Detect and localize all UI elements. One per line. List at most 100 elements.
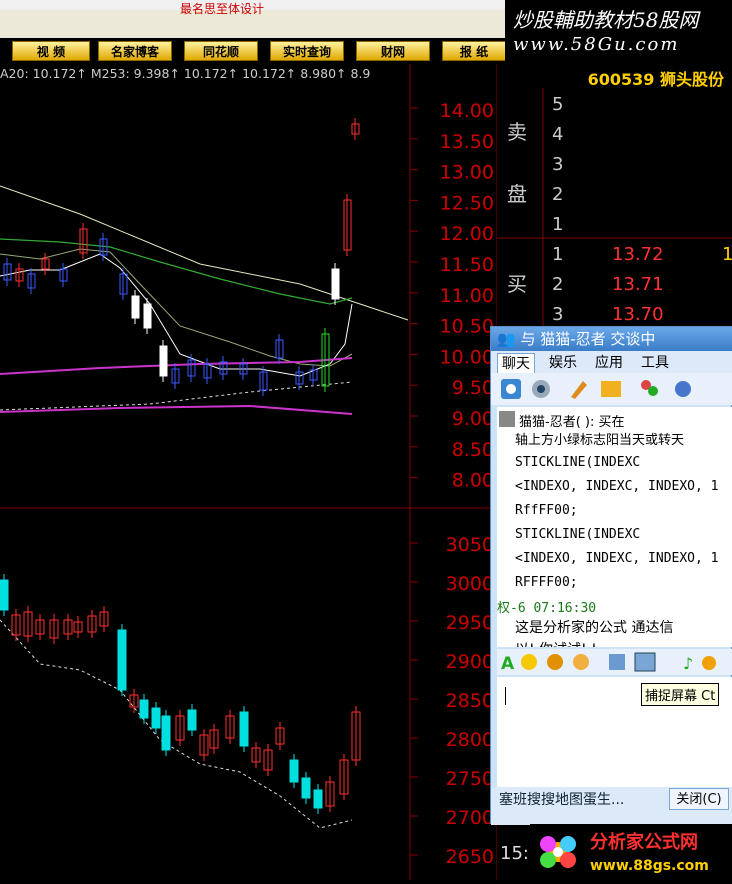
chat-title: 与 猫猫-忍者 交谈中 xyxy=(520,330,656,348)
price-chart[interactable]: 14.00 13.50 13.00 12.50 12.00 11.50 11.00 10.50… xyxy=(0,64,497,880)
toolbar: 视 频 名家博客 同花顺 实时查询 财网 报 纸 xyxy=(0,38,506,64)
webcam-icon[interactable] xyxy=(532,380,550,398)
price-axis-label: 10.00 xyxy=(440,346,494,368)
index-axis-label: 2900 xyxy=(446,651,494,673)
message-line: STICKLINE(INDEXC xyxy=(515,527,641,542)
sell-label-2: 盘 xyxy=(507,182,527,206)
tab-entertainment[interactable]: 娱乐 xyxy=(545,353,581,373)
stock-code-name: 600539 狮头股份 xyxy=(587,70,724,89)
font-style-icon[interactable]: A xyxy=(501,654,515,674)
price-axis-label: 14.00 xyxy=(440,100,494,122)
newspaper-button[interactable]: 报 纸 xyxy=(442,41,506,61)
clock-fragment: 15: xyxy=(500,843,529,864)
message-line: <INDEXO, INDEXC, INDEXO, 1 xyxy=(515,479,719,494)
index-candle-body xyxy=(151,707,161,729)
message-line: <INDEXO, INDEXC, INDEXO, 1 xyxy=(515,551,719,566)
sell-level-3: 3 xyxy=(552,154,563,175)
price-axis-label: 12.50 xyxy=(440,192,494,214)
price-axis-label: 9.50 xyxy=(452,377,494,399)
index-candle-body xyxy=(139,699,149,719)
buy-price-2: 13.71 xyxy=(612,274,664,295)
candle-body xyxy=(143,303,152,329)
message-line: 轴上方小绿标志阳当天或转天 xyxy=(515,433,685,448)
index-candle-body xyxy=(161,715,171,751)
sell-level-5: 5 xyxy=(552,94,563,115)
sell-level-1: 1 xyxy=(552,214,563,235)
message-header: 猫猫-忍者( ): 买在 xyxy=(519,415,625,430)
buy-label: 买 xyxy=(507,272,527,296)
stock-header: 600539 狮头股份 xyxy=(497,64,732,89)
tonghuashun-button[interactable]: 同花顺 xyxy=(184,41,258,61)
chat-history[interactable]: 猫猫-忍者( ): 买在 轴上方小绿标志阳当天或转天 STICKLINE(IND… xyxy=(497,407,732,647)
price-axis-label: 13.50 xyxy=(440,131,494,153)
index-candle-body xyxy=(0,579,9,611)
more-apps-icon[interactable] xyxy=(675,381,691,397)
index-axis-label: 3000 xyxy=(446,573,494,595)
chat-title-bar[interactable]: 👥 与 猫猫-忍者 交谈中 xyxy=(491,327,732,351)
buy-vol-1: 1 xyxy=(722,244,732,265)
sender-avatar-icon xyxy=(499,411,515,427)
ad-link[interactable]: 塞班搜搜地图蛋生... xyxy=(499,789,624,809)
magic-emoji-icon[interactable] xyxy=(547,654,563,670)
index-candle-body xyxy=(313,789,323,809)
finance-net-button[interactable]: 财网 xyxy=(356,41,430,61)
index-axis-label: 2850 xyxy=(446,690,494,712)
index-candle-body xyxy=(239,711,249,747)
close-button[interactable]: 关闭(C) xyxy=(669,788,729,810)
transfer-file-icon[interactable] xyxy=(571,381,587,399)
music-icon[interactable]: ♪ xyxy=(683,654,693,673)
candle-body xyxy=(159,345,168,377)
brand-line-2: www.58Gu.com xyxy=(513,34,680,55)
expert-blog-button[interactable]: 名家博客 xyxy=(98,41,172,61)
video-call-icon[interactable] xyxy=(501,379,521,399)
index-candle-body xyxy=(301,777,311,799)
tab-apps[interactable]: 应用 xyxy=(591,353,627,373)
chat-tabs: 聊天 娱乐 应用 工具 xyxy=(491,351,732,374)
realtime-query-button[interactable]: 实时查询 xyxy=(270,41,344,61)
message-line: RffFF00; xyxy=(515,503,578,518)
index-axis-label: 2750 xyxy=(446,768,494,790)
sell-level-4: 4 xyxy=(552,124,563,145)
window-title: 最名思至体设计 xyxy=(180,2,265,16)
format-toolbar: A ♪ xyxy=(497,649,732,675)
buy-price-1: 13.72 xyxy=(612,244,664,265)
price-axis-label: 10.50 xyxy=(440,316,494,338)
chat-window[interactable]: 👥 与 猫猫-忍者 交谈中 聊天 娱乐 应用 工具 猫猫-忍者( ): 买在 轴… xyxy=(490,326,732,825)
tab-chat[interactable]: 聊天 xyxy=(497,353,535,374)
chat-icon: 👥 xyxy=(497,330,521,348)
flower-logo-icon xyxy=(540,836,576,868)
index-candle-body xyxy=(117,629,127,691)
chat-icon-bar xyxy=(491,373,732,405)
order-book: 卖 盘 5 4 3 2 1 买 1 13.72 1 2 13.71 3 13.7… xyxy=(497,88,732,330)
remote-assist-icon[interactable] xyxy=(601,381,621,397)
sell-level-2: 2 xyxy=(552,184,563,205)
ma-legend: A20: 10.172↑ M253: 9.398↑ 10.172↑ 10.172… xyxy=(0,66,371,81)
invite-friend-icon[interactable] xyxy=(641,380,658,396)
emoji-icon[interactable] xyxy=(521,654,537,670)
price-axis-label: 13.00 xyxy=(440,162,494,184)
message-line: 这是分析家的公式 通达信 xyxy=(515,620,674,636)
buy-price-3: 13.70 xyxy=(612,304,664,325)
screenshot-tooltip: 捕捉屏幕 Ct xyxy=(641,683,720,706)
tab-tools[interactable]: 工具 xyxy=(637,353,673,373)
index-axis-label: 2800 xyxy=(446,729,494,751)
video-button[interactable]: 视 频 xyxy=(12,41,90,61)
shake-icon[interactable] xyxy=(573,654,589,670)
more-icon[interactable] xyxy=(702,656,716,670)
message-timestamp: 权-6 07:16:30 xyxy=(497,601,597,616)
text-cursor xyxy=(505,687,506,705)
price-axis-label: 8.00 xyxy=(452,470,494,492)
chart-background xyxy=(0,64,497,880)
brand-line-1: 炒股輔助教材58股网 xyxy=(513,8,699,32)
buy-level-2: 2 xyxy=(552,274,563,295)
screenshot-icon[interactable] xyxy=(634,652,656,672)
price-axis-label: 11.50 xyxy=(440,254,494,276)
send-image-icon[interactable] xyxy=(609,654,625,670)
logo-line-1: 分析家公式网 xyxy=(590,831,698,853)
index-axis-label: 2950 xyxy=(446,612,494,634)
sell-label-1: 卖 xyxy=(507,120,527,144)
price-axis-label: 11.00 xyxy=(440,285,494,307)
buy-level-3: 3 xyxy=(552,304,563,325)
index-candle-body xyxy=(187,709,197,731)
index-axis-label: 2700 xyxy=(446,807,494,829)
